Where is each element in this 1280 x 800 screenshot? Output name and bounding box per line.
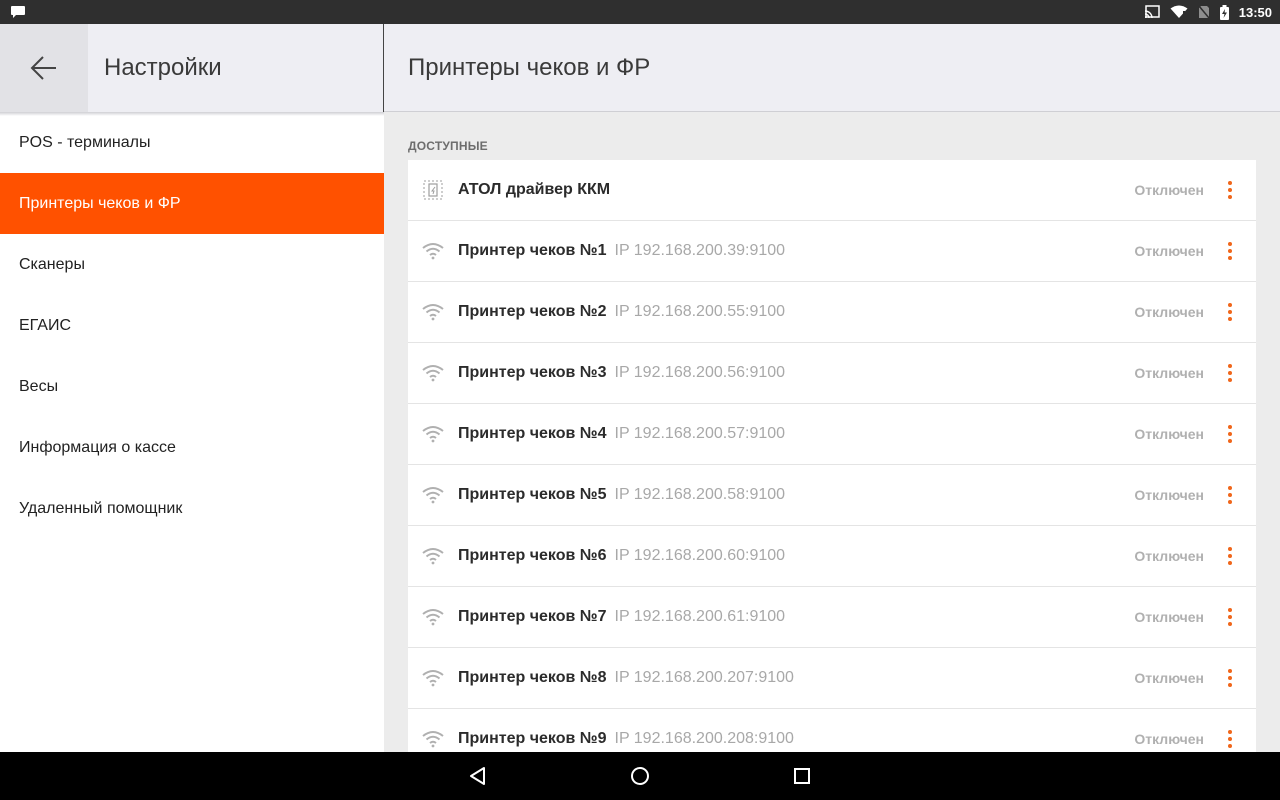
device-ip: IP 192.168.200.56:9100: [614, 364, 786, 381]
more-vert-icon[interactable]: [1218, 666, 1242, 690]
menu-item-receipt-printers[interactable]: Принтеры чеков и ФР: [0, 173, 384, 234]
device-ip: IP 192.168.200.39:9100: [614, 242, 786, 259]
more-vert-icon[interactable]: [1218, 300, 1242, 324]
device-name: Принтер чеков №9: [458, 730, 607, 747]
sidebar-title: Настройки: [104, 54, 222, 81]
device-list: АТОЛ драйвер ККМ Отключен Принтер чеков …: [408, 160, 1256, 752]
status-badge: Отключен: [1134, 609, 1204, 625]
device-ip: IP 192.168.200.58:9100: [614, 486, 786, 503]
panel-header: Принтеры чеков и ФР: [384, 24, 1280, 112]
more-vert-icon[interactable]: [1218, 483, 1242, 507]
back-button[interactable]: [0, 24, 88, 112]
wifi-icon: [422, 667, 444, 689]
status-badge: Отключен: [1134, 731, 1204, 747]
status-badge: Отключен: [1134, 426, 1204, 442]
more-vert-icon[interactable]: [1218, 605, 1242, 629]
wifi-icon: [422, 240, 444, 262]
menu-item-pos-terminals[interactable]: POS - терминалы: [0, 112, 384, 173]
status-badge: Отключен: [1134, 670, 1204, 686]
status-icons: 13:50: [1144, 0, 1272, 24]
printers-panel: Принтеры чеков и ФР ДОСТУПНЫЕ АТОЛ драйв…: [384, 24, 1280, 752]
driver-icon: [422, 179, 444, 201]
list-item[interactable]: Принтер чеков №7 IP 192.168.200.61:9100 …: [408, 587, 1256, 648]
status-bar: 13:50: [0, 0, 1280, 24]
device-name: Принтер чеков №4: [458, 425, 607, 442]
device-name: Принтер чеков №6: [458, 547, 607, 564]
device-name: Принтер чеков №7: [458, 608, 607, 625]
status-badge: Отключен: [1134, 487, 1204, 503]
menu-item-scales[interactable]: Весы: [0, 356, 384, 417]
device-ip: IP 192.168.200.55:9100: [614, 303, 786, 320]
list-item[interactable]: Принтер чеков №3 IP 192.168.200.56:9100 …: [408, 343, 1256, 404]
list-item[interactable]: Принтер чеков №6 IP 192.168.200.60:9100 …: [408, 526, 1256, 587]
list-item[interactable]: Принтер чеков №2 IP 192.168.200.55:9100 …: [408, 282, 1256, 343]
list-item[interactable]: Принтер чеков №9 IP 192.168.200.208:9100…: [408, 709, 1256, 752]
menu-item-scanners[interactable]: Сканеры: [0, 234, 384, 295]
device-ip: IP 192.168.200.60:9100: [614, 547, 786, 564]
device-name: Принтер чеков №1: [458, 242, 607, 259]
device-name: Принтер чеков №8: [458, 669, 607, 686]
device-name: АТОЛ драйвер ККМ: [458, 181, 611, 198]
device-ip: IP 192.168.200.207:9100: [614, 669, 794, 686]
nav-home-button[interactable]: [616, 752, 664, 800]
more-vert-icon[interactable]: [1218, 422, 1242, 446]
status-badge: Отключен: [1134, 243, 1204, 259]
wifi-icon: [422, 728, 444, 750]
list-item[interactable]: АТОЛ драйвер ККМ Отключен: [408, 160, 1256, 221]
menu-item-remote-assistant[interactable]: Удаленный помощник: [0, 478, 384, 539]
no-sim-icon: [1198, 5, 1210, 19]
nav-back-button[interactable]: [454, 752, 502, 800]
list-item[interactable]: Принтер чеков №1 IP 192.168.200.39:9100 …: [408, 221, 1256, 282]
wifi-icon: [422, 606, 444, 628]
list-item[interactable]: Принтер чеков №8 IP 192.168.200.207:9100…: [408, 648, 1256, 709]
status-badge: Отключен: [1134, 548, 1204, 564]
status-badge: Отключен: [1134, 365, 1204, 381]
sidebar-header: Настройки: [0, 24, 384, 112]
navigation-bar: [0, 752, 1280, 800]
status-badge: Отключен: [1134, 304, 1204, 320]
nav-back-icon: [470, 767, 485, 785]
device-name: Принтер чеков №3: [458, 364, 607, 381]
menu-item-register-info[interactable]: Информация о кассе: [0, 417, 384, 478]
settings-menu: POS - терминалы Принтеры чеков и ФР Скан…: [0, 112, 384, 539]
wifi-icon: [1170, 5, 1188, 18]
wifi-icon: [422, 301, 444, 323]
wifi-icon: [422, 484, 444, 506]
menu-item-egais[interactable]: ЕГАИС: [0, 295, 384, 356]
list-item[interactable]: Принтер чеков №4 IP 192.168.200.57:9100 …: [408, 404, 1256, 465]
arrow-back-icon: [30, 56, 56, 80]
wifi-icon: [422, 545, 444, 567]
wifi-icon: [422, 362, 444, 384]
status-badge: Отключен: [1134, 182, 1204, 198]
wifi-icon: [422, 423, 444, 445]
device-ip: IP 192.168.200.208:9100: [614, 730, 794, 747]
page-title: Принтеры чеков и ФР: [408, 54, 651, 81]
list-item[interactable]: Принтер чеков №5 IP 192.168.200.58:9100 …: [408, 465, 1256, 526]
nav-recents-icon: [794, 768, 810, 784]
message-icon: [11, 6, 25, 18]
settings-sidebar: Настройки POS - терминалы Принтеры чеков…: [0, 24, 384, 752]
device-name: Принтер чеков №5: [458, 486, 607, 503]
device-ip: IP 192.168.200.57:9100: [614, 425, 786, 442]
more-vert-icon[interactable]: [1218, 361, 1242, 385]
cast-icon: [1144, 5, 1160, 19]
nav-recents-button[interactable]: [778, 752, 826, 800]
more-vert-icon[interactable]: [1218, 727, 1242, 751]
clock: 13:50: [1238, 4, 1272, 20]
nav-home-icon: [631, 767, 649, 785]
more-vert-icon[interactable]: [1218, 239, 1242, 263]
device-ip: IP 192.168.200.61:9100: [614, 608, 786, 625]
more-vert-icon[interactable]: [1218, 178, 1242, 202]
device-name: Принтер чеков №2: [458, 303, 607, 320]
more-vert-icon[interactable]: [1218, 544, 1242, 568]
battery-charging-icon: [1219, 4, 1229, 20]
section-label-available: ДОСТУПНЫЕ: [408, 139, 488, 153]
